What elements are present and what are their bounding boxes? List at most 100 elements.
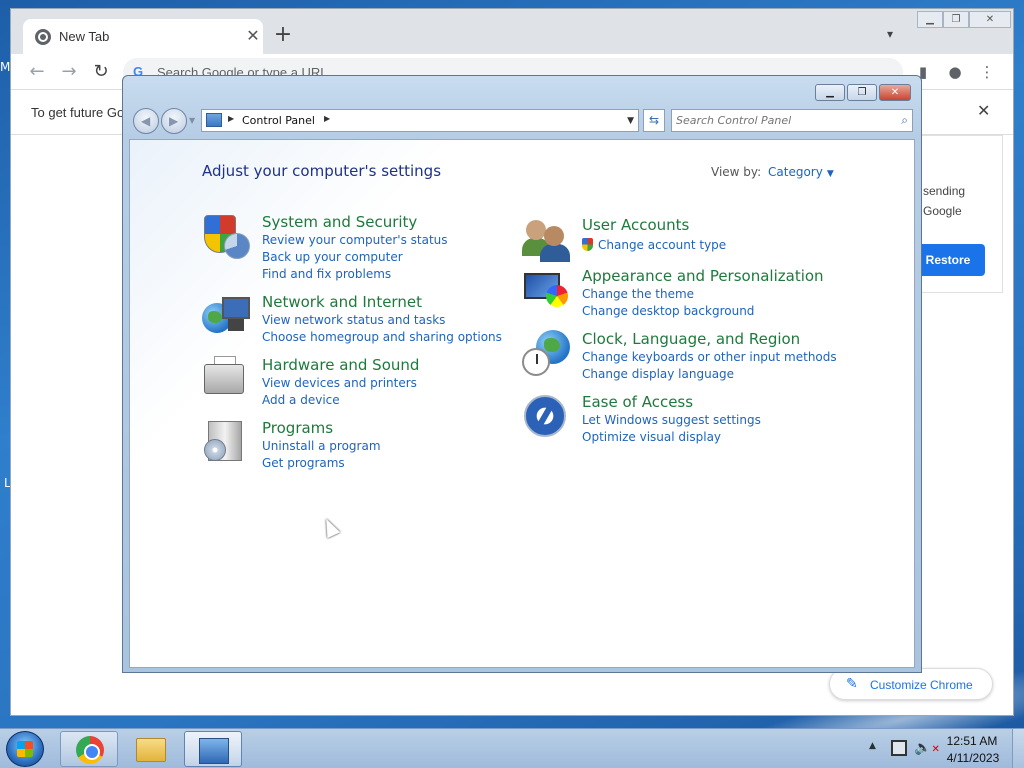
restore-window-button[interactable]: ❐ (943, 11, 969, 28)
menu-icon[interactable]: ⋮ (977, 62, 997, 82)
address-dropdown-icon[interactable]: ▼ (627, 116, 634, 126)
reload-icon[interactable]: ↻ (89, 60, 113, 84)
printer-icon (204, 364, 244, 394)
task-link[interactable]: Change keyboards or other input methods (582, 350, 837, 364)
restore-card: sending Google Restore (911, 135, 1003, 293)
chrome-icon (76, 736, 104, 764)
view-by-dropdown[interactable]: Category ▼ (768, 165, 834, 179)
task-link[interactable]: Change the theme (582, 287, 694, 301)
search-input[interactable] (676, 112, 886, 129)
programs-icon[interactable] (202, 419, 250, 469)
card-text: sending (923, 184, 966, 198)
task-link[interactable]: Choose homegroup and sharing options (262, 330, 502, 344)
clock-date[interactable]: 4/11/2023 (944, 751, 1002, 765)
show-desktop-button[interactable] (1012, 729, 1024, 768)
category-title[interactable]: Appearance and Personalization (582, 267, 824, 285)
hardware-sound-icon[interactable] (202, 356, 250, 406)
network-internet-icon[interactable] (202, 293, 250, 343)
breadcrumb-control-panel[interactable]: Control Panel (242, 114, 315, 127)
maximize-button[interactable]: ❐ (847, 84, 877, 101)
chrome-tab[interactable]: New Tab ✕ (23, 19, 263, 54)
back-button[interactable]: ◀ (133, 108, 159, 134)
taskbar-chrome[interactable] (60, 731, 118, 767)
task-link[interactable]: Get programs (262, 456, 345, 470)
refresh-button[interactable]: ⇆ (643, 109, 665, 132)
chrome-favicon-icon (35, 29, 51, 45)
chevron-down-icon: ▼ (826, 169, 834, 179)
clock-icon (522, 348, 550, 376)
task-link[interactable]: Find and fix problems (262, 267, 391, 281)
forward-icon[interactable]: → (57, 60, 81, 84)
taskbar-explorer[interactable] (122, 731, 180, 767)
category-title[interactable]: Network and Internet (262, 293, 422, 311)
back-icon[interactable]: ← (25, 60, 49, 84)
appearance-icon[interactable] (522, 267, 570, 317)
task-link[interactable]: View devices and printers (262, 376, 417, 390)
chevron-right-icon[interactable]: ▶ (324, 114, 330, 123)
control-panel-icon (206, 113, 222, 127)
category-title[interactable]: System and Security (262, 213, 417, 231)
category-title[interactable]: Programs (262, 419, 333, 437)
folder-icon (136, 738, 166, 762)
search-icon[interactable]: ⌕ (901, 113, 908, 128)
desktop-edge-text: M (0, 60, 11, 74)
category-title[interactable]: Ease of Access (582, 393, 693, 411)
infobar-close-icon[interactable]: ✕ (977, 101, 990, 120)
close-window-button[interactable]: ✕ (879, 84, 911, 101)
task-link[interactable]: Change account type (582, 238, 726, 252)
volume-muted-icon[interactable]: 🔈✕ (914, 740, 940, 756)
system-security-icon[interactable] (202, 213, 250, 263)
task-link[interactable]: Let Windows suggest settings (582, 413, 761, 427)
clock-time[interactable]: 12:51 AM (946, 734, 998, 748)
category-title[interactable]: Clock, Language, and Region (582, 330, 800, 348)
network-icon[interactable] (891, 740, 907, 756)
monitor-stand-icon (228, 319, 244, 331)
category-title[interactable]: User Accounts (582, 216, 689, 234)
uac-shield-icon (582, 238, 593, 251)
task-link[interactable]: Add a device (262, 393, 340, 407)
start-button[interactable] (6, 731, 44, 767)
tab-search-icon[interactable]: ▾ (887, 27, 903, 43)
customize-chrome-label: Customize Chrome (870, 678, 973, 692)
task-link-label: Change account type (598, 238, 727, 252)
forward-button[interactable]: ▶ (161, 108, 187, 134)
chevron-right-icon[interactable]: ▶ (228, 114, 234, 123)
tab-title: New Tab (59, 29, 110, 44)
chrome-tab-strip: New Tab ✕ + ▾ ▁ ❐ ✕ (11, 9, 1013, 54)
task-link[interactable]: Change display language (582, 367, 734, 381)
chrome-window-controls: ▁ ❐ ✕ (917, 11, 1013, 29)
task-link[interactable]: Back up your computer (262, 250, 403, 264)
user-head-icon (544, 226, 564, 246)
task-link[interactable]: Change desktop background (582, 304, 754, 318)
tab-close-icon[interactable]: ✕ (243, 26, 263, 46)
clock-language-icon[interactable] (522, 330, 570, 380)
new-tab-button[interactable]: + (273, 24, 293, 46)
restore-button[interactable]: Restore (911, 244, 985, 276)
search-box[interactable]: ⌕ (671, 109, 913, 132)
task-link[interactable]: Review your computer's status (262, 233, 448, 247)
address-bar[interactable]: ▶ Control Panel ▶ ▼ (201, 109, 639, 132)
back-arrow-icon: ◀ (141, 114, 151, 128)
minimize-button[interactable]: ▁ (815, 84, 845, 101)
user-accounts-icon[interactable] (522, 216, 570, 266)
view-by-label: View by: (711, 165, 762, 179)
control-panel-window: ▁ ❐ ✕ ◀ ▶ ▼ ▶ Control Panel ▶ ▼ ⇆ ⌕ Adju… (122, 75, 922, 673)
disc-icon (204, 439, 226, 461)
taskbar-control-panel[interactable] (184, 731, 242, 767)
task-link[interactable]: Optimize visual display (582, 430, 721, 444)
category-title[interactable]: Hardware and Sound (262, 356, 419, 374)
view-by-value: Category (768, 165, 823, 179)
minimize-button[interactable]: ▁ (917, 11, 943, 28)
task-link[interactable]: View network status and tasks (262, 313, 445, 327)
card-text: Google (923, 204, 962, 218)
ease-of-access-icon[interactable] (522, 393, 570, 443)
user-body-icon (540, 244, 570, 262)
task-link[interactable]: Uninstall a program (262, 439, 381, 453)
show-hidden-icons-icon[interactable]: ▲ (869, 741, 876, 751)
page-title: Adjust your computer's settings (202, 162, 442, 180)
control-panel-content: Adjust your computer's settings View by:… (129, 139, 915, 668)
close-window-button[interactable]: ✕ (969, 11, 1011, 28)
profile-icon[interactable]: ● (945, 62, 965, 82)
recent-pages-icon[interactable]: ▼ (189, 116, 195, 125)
pie-chart-icon (224, 233, 250, 259)
